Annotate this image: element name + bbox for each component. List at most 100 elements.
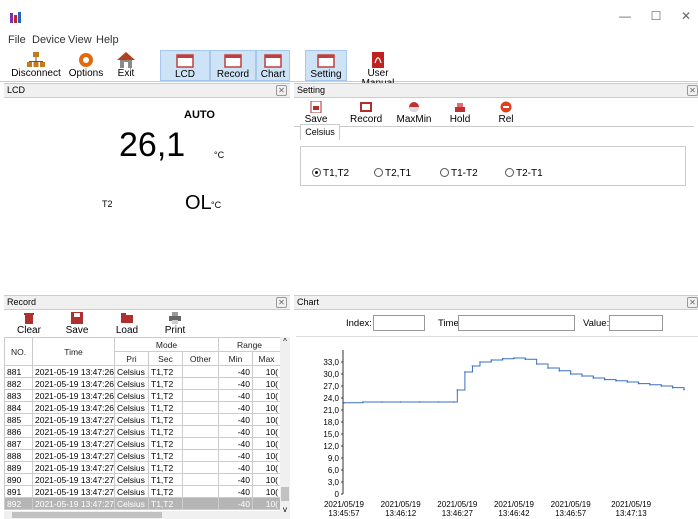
- half-circle-icon: [409, 102, 419, 112]
- col-mode[interactable]: Mode: [113, 337, 220, 352]
- col-range[interactable]: Range: [218, 337, 282, 352]
- table-row[interactable]: 884 2021-05-19 13:47:26 Celsius T1,T2 -40 10(: [4, 401, 282, 414]
- y-tick-label: 3,0: [328, 478, 340, 487]
- col-pri[interactable]: Pri: [114, 351, 149, 366]
- record-load-button[interactable]: Load: [114, 312, 140, 336]
- table-row[interactable]: 892 2021-05-19 13:47:27 Celsius T1,T2 -40 10(: [4, 497, 282, 510]
- disconnect-button[interactable]: Disconnect: [10, 50, 62, 81]
- col-min[interactable]: Min: [218, 351, 254, 366]
- minimize-button[interactable]: —: [615, 8, 635, 24]
- table-row[interactable]: 883 2021-05-19 13:47:26 Celsius T1,T2 -40 10(: [4, 389, 282, 402]
- scrollbar-thumb[interactable]: [281, 487, 289, 501]
- x-tick-label: 2021/05/19: [494, 500, 535, 509]
- record-load-label: Load: [115, 325, 139, 336]
- table-cell-pri: Celsius: [114, 425, 149, 438]
- menu-view[interactable]: View: [68, 32, 92, 48]
- col-max[interactable]: Max: [252, 351, 282, 366]
- close-icon[interactable]: ✕: [687, 297, 698, 308]
- lcd-primary-value: 26,1: [119, 126, 186, 164]
- user-manual-button[interactable]: User Manual: [355, 50, 401, 89]
- disconnect-label: Disconnect: [11, 68, 61, 79]
- col-other[interactable]: Other: [181, 351, 220, 366]
- close-button[interactable]: ✕: [676, 8, 696, 24]
- setting-hold-label: Hold: [449, 114, 471, 125]
- radio-dot: [505, 168, 514, 177]
- table-cell-max: 10(: [252, 365, 282, 378]
- radio-t2-minus-t1[interactable]: T2-T1: [505, 168, 543, 179]
- maximize-button[interactable]: ☐: [646, 8, 666, 24]
- lcd-button[interactable]: LCD: [160, 50, 210, 81]
- table-cell-time: 2021-05-19 13:47:27: [32, 485, 115, 498]
- record-clear-button[interactable]: Clear: [14, 312, 44, 336]
- horizontal-scrollbar[interactable]: [4, 511, 280, 519]
- table-row[interactable]: 886 2021-05-19 13:47:27 Celsius T1,T2 -40 10(: [4, 425, 282, 438]
- exit-button[interactable]: Exit: [110, 50, 142, 81]
- record-save-button[interactable]: Save: [64, 312, 90, 336]
- record-table-body: 881 2021-05-19 13:47:26 Celsius T1,T2 -40 10(…: [4, 365, 282, 510]
- table-cell-max: 10(: [252, 461, 282, 474]
- table-cell-other: [181, 497, 220, 510]
- table-cell-pri: Celsius: [114, 473, 149, 486]
- options-button[interactable]: Options: [64, 50, 108, 81]
- table-row[interactable]: 882 2021-05-19 13:47:26 Celsius T1,T2 -40 10(: [4, 377, 282, 390]
- col-time[interactable]: Time: [32, 337, 115, 366]
- data-point: [535, 363, 538, 365]
- setting-record-button[interactable]: Record: [350, 101, 382, 125]
- pdf-icon: [372, 52, 384, 68]
- menu-device[interactable]: Device: [32, 32, 66, 48]
- table-cell-pri: Celsius: [114, 497, 149, 510]
- radio-t1-t2[interactable]: T1,T2: [312, 168, 349, 179]
- setting-save-button[interactable]: Save: [304, 101, 328, 125]
- radio-t2-t1[interactable]: T2,T1: [374, 168, 411, 179]
- col-sec[interactable]: Sec: [148, 351, 183, 366]
- close-icon[interactable]: ✕: [687, 85, 698, 96]
- data-point: [456, 389, 459, 391]
- value-field[interactable]: [609, 315, 663, 331]
- table-row[interactable]: 890 2021-05-19 13:47:27 Celsius T1,T2 -40 10(: [4, 473, 282, 486]
- table-row[interactable]: 885 2021-05-19 13:47:27 Celsius T1,T2 -40 10(: [4, 413, 282, 426]
- lcd-secondary-value: OL: [185, 192, 212, 214]
- setting-button[interactable]: Setting: [305, 50, 347, 81]
- setting-hold-button[interactable]: Hold: [448, 101, 472, 125]
- scroll-up-icon[interactable]: ^: [280, 337, 290, 349]
- temperature-chart: 33,0 30,0 27,0 24,0 21,0 18,0 15,0 12,0 9,0 6,0 3,…: [323, 350, 685, 518]
- table-row[interactable]: 881 2021-05-19 13:47:26 Celsius T1,T2 -40 10(: [4, 365, 282, 378]
- table-row[interactable]: 887 2021-05-19 13:47:27 Celsius T1,T2 -40 10(: [4, 437, 282, 450]
- x-tick-label: 2021/05/19: [611, 500, 652, 509]
- record-print-button[interactable]: Print: [162, 312, 188, 336]
- tab-celsius[interactable]: Celsius: [300, 124, 340, 140]
- hscrollbar-thumb[interactable]: [12, 512, 162, 518]
- exit-label: Exit: [117, 68, 135, 79]
- setting-maxmin-button[interactable]: MaxMin: [396, 101, 432, 125]
- menu-file[interactable]: File: [8, 32, 26, 48]
- record-table-container: NO. Time Mode Range Pri Sec Other Min Ma…: [4, 337, 290, 519]
- index-field[interactable]: [373, 315, 425, 331]
- index-label: Index:: [346, 318, 372, 329]
- table-row[interactable]: 888 2021-05-19 13:47:27 Celsius T1,T2 -40 10(: [4, 449, 282, 462]
- vertical-scrollbar[interactable]: ^ v: [280, 337, 290, 519]
- col-no[interactable]: NO.: [4, 337, 33, 366]
- table-cell-other: [181, 401, 220, 414]
- window-icon: [317, 54, 335, 68]
- table-row[interactable]: 889 2021-05-19 13:47:27 Celsius T1,T2 -40 10(: [4, 461, 282, 474]
- setting-label: Setting: [310, 69, 342, 80]
- chart-button[interactable]: Chart: [256, 50, 290, 81]
- scroll-down-icon[interactable]: v: [280, 505, 290, 517]
- printer-icon: [169, 312, 181, 324]
- record-button[interactable]: Record: [210, 50, 256, 81]
- table-cell-no: 881: [4, 365, 33, 378]
- menu-help[interactable]: Help: [96, 32, 119, 48]
- table-cell-sec: T1,T2: [148, 413, 183, 426]
- table-row[interactable]: 891 2021-05-19 13:47:27 Celsius T1,T2 -40 10(: [4, 485, 282, 498]
- table-cell-time: 2021-05-19 13:47:26: [32, 401, 115, 414]
- setting-rel-label: Rel: [498, 114, 514, 125]
- time-field[interactable]: [458, 315, 575, 331]
- x-tick-label: 13:46:42: [498, 509, 530, 518]
- setting-rel-button[interactable]: Rel: [496, 101, 516, 125]
- radio-t1-minus-t2[interactable]: T1-T2: [440, 168, 478, 179]
- close-icon[interactable]: ✕: [276, 85, 287, 96]
- close-icon[interactable]: ✕: [276, 297, 287, 308]
- lcd-panel-title: LCD: [7, 85, 26, 95]
- floppy-icon: [71, 312, 83, 324]
- x-tick-label: 13:46:57: [555, 509, 587, 518]
